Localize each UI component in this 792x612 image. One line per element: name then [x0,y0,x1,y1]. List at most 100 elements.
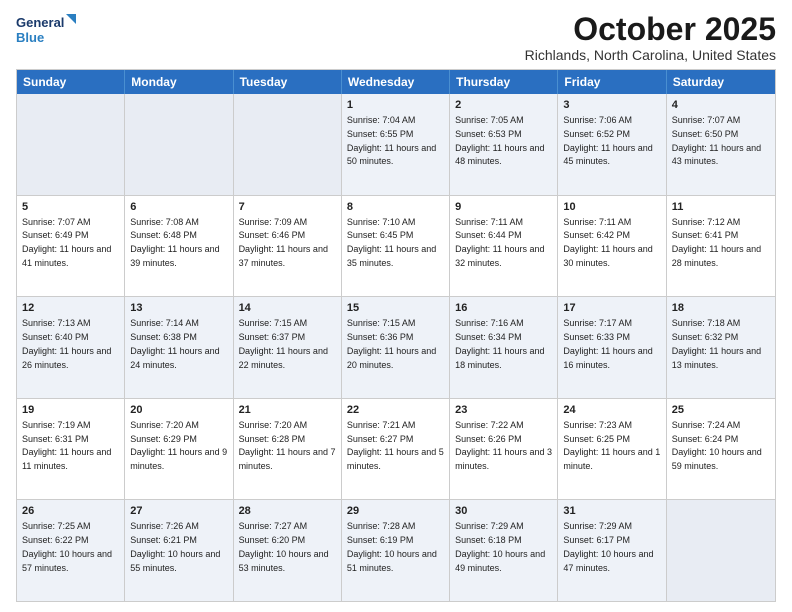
day-info-31: Sunrise: 7:29 AM Sunset: 6:17 PM Dayligh… [563,521,653,572]
day-info-16: Sunrise: 7:16 AM Sunset: 6:34 PM Dayligh… [455,318,544,369]
day-number-25: 25 [672,403,770,418]
day-info-26: Sunrise: 7:25 AM Sunset: 6:22 PM Dayligh… [22,521,112,572]
header-day-friday: Friday [558,70,666,94]
day-info-6: Sunrise: 7:08 AM Sunset: 6:48 PM Dayligh… [130,217,219,268]
day-cell-27: 27Sunrise: 7:26 AM Sunset: 6:21 PM Dayli… [125,500,233,601]
day-number-28: 28 [239,504,336,519]
day-number-1: 1 [347,98,444,113]
day-cell-16: 16 Sunrise: 7:16 AM Sunset: 6:34 PM Dayli… [450,297,558,398]
day-number-19: 19 [22,403,119,418]
day-info-15: Sunrise: 7:15 AM Sunset: 6:36 PM Dayligh… [347,318,436,369]
day-cell-22: 22 Sunrise: 7:21 AM Sunset: 6:27 PM Dayli… [342,399,450,500]
logo: General Blue [16,12,76,52]
day-info-2: Sunrise: 7:05 AM Sunset: 6:53 PM Dayligh… [455,115,544,166]
day-info-19: Sunrise: 7:19 AM Sunset: 6:31 PM Dayligh… [22,420,111,471]
day-number-20: 20 [130,403,227,418]
header-day-thursday: Thursday [450,70,558,94]
header-day-sunday: Sunday [17,70,125,94]
day-cell-28: 28 Sunrise: 7:27 AM Sunset: 6:20 PM Dayli… [234,500,342,601]
week-row-2: 12 Sunrise: 7:13 AM Sunset: 6:40 PM Dayli… [17,297,775,399]
empty-cell-4-6 [667,500,775,601]
empty-cell-0-1 [125,94,233,195]
day-cell-19: 19 Sunrise: 7:19 AM Sunset: 6:31 PM Dayli… [17,399,125,500]
day-cell-11: 11 Sunrise: 7:12 AM Sunset: 6:41 PM Dayli… [667,196,775,297]
day-cell-9: 9 Sunrise: 7:11 AM Sunset: 6:44 PM Daylig… [450,196,558,297]
calendar-header: SundayMondayTuesdayWednesdayThursdayFrid… [17,70,775,94]
day-cell-26: 26 Sunrise: 7:25 AM Sunset: 6:22 PM Dayli… [17,500,125,601]
day-number-5: 5 [22,200,119,215]
day-info-4: Sunrise: 7:07 AM Sunset: 6:50 PM Dayligh… [672,115,761,166]
day-number-12: 12 [22,301,119,316]
day-number-8: 8 [347,200,444,215]
day-cell-15: 15Sunrise: 7:15 AM Sunset: 6:36 PM Dayli… [342,297,450,398]
day-info-1: Sunrise: 7:04 AM Sunset: 6:55 PM Dayligh… [347,115,436,166]
day-number-24: 24 [563,403,660,418]
day-number-27: 27 [130,504,227,519]
header: General Blue October 2025 Richlands, Nor… [16,12,776,63]
day-cell-17: 17Sunrise: 7:17 AM Sunset: 6:33 PM Dayli… [558,297,666,398]
calendar: SundayMondayTuesdayWednesdayThursdayFrid… [16,69,776,602]
header-day-monday: Monday [125,70,233,94]
week-row-3: 19 Sunrise: 7:19 AM Sunset: 6:31 PM Dayli… [17,399,775,501]
day-number-18: 18 [672,301,770,316]
location: Richlands, North Carolina, United States [525,47,776,63]
day-number-29: 29 [347,504,444,519]
day-info-11: Sunrise: 7:12 AM Sunset: 6:41 PM Dayligh… [672,217,761,268]
day-info-17: Sunrise: 7:17 AM Sunset: 6:33 PM Dayligh… [563,318,652,369]
day-cell-14: 14Sunrise: 7:15 AM Sunset: 6:37 PM Dayli… [234,297,342,398]
day-cell-18: 18Sunrise: 7:18 AM Sunset: 6:32 PM Dayli… [667,297,775,398]
day-cell-10: 10Sunrise: 7:11 AM Sunset: 6:42 PM Dayli… [558,196,666,297]
day-number-2: 2 [455,98,552,113]
header-day-saturday: Saturday [667,70,775,94]
week-row-0: 1 Sunrise: 7:04 AM Sunset: 6:55 PM Daylig… [17,94,775,196]
day-cell-29: 29 Sunrise: 7:28 AM Sunset: 6:19 PM Dayli… [342,500,450,601]
day-cell-31: 31 Sunrise: 7:29 AM Sunset: 6:17 PM Dayli… [558,500,666,601]
day-number-26: 26 [22,504,119,519]
day-info-22: Sunrise: 7:21 AM Sunset: 6:27 PM Dayligh… [347,420,444,471]
day-number-22: 22 [347,403,444,418]
day-info-8: Sunrise: 7:10 AM Sunset: 6:45 PM Dayligh… [347,217,436,268]
day-info-12: Sunrise: 7:13 AM Sunset: 6:40 PM Dayligh… [22,318,111,369]
day-number-14: 14 [239,301,336,316]
header-day-wednesday: Wednesday [342,70,450,94]
day-info-29: Sunrise: 7:28 AM Sunset: 6:19 PM Dayligh… [347,521,437,572]
day-number-6: 6 [130,200,227,215]
day-cell-1: 1 Sunrise: 7:04 AM Sunset: 6:55 PM Daylig… [342,94,450,195]
svg-text:General: General [16,15,64,30]
day-cell-4: 4 Sunrise: 7:07 AM Sunset: 6:50 PM Daylig… [667,94,775,195]
day-info-25: Sunrise: 7:24 AM Sunset: 6:24 PM Dayligh… [672,420,762,471]
day-cell-7: 7Sunrise: 7:09 AM Sunset: 6:46 PM Daylig… [234,196,342,297]
day-info-13: Sunrise: 7:14 AM Sunset: 6:38 PM Dayligh… [130,318,219,369]
page: General Blue October 2025 Richlands, Nor… [0,0,792,612]
day-number-4: 4 [672,98,770,113]
day-cell-13: 13 Sunrise: 7:14 AM Sunset: 6:38 PM Dayli… [125,297,233,398]
week-row-4: 26 Sunrise: 7:25 AM Sunset: 6:22 PM Dayli… [17,500,775,601]
day-cell-8: 8 Sunrise: 7:10 AM Sunset: 6:45 PM Daylig… [342,196,450,297]
day-info-7: Sunrise: 7:09 AM Sunset: 6:46 PM Dayligh… [239,217,328,268]
day-info-28: Sunrise: 7:27 AM Sunset: 6:20 PM Dayligh… [239,521,329,572]
day-cell-3: 3 Sunrise: 7:06 AM Sunset: 6:52 PM Daylig… [558,94,666,195]
day-info-10: Sunrise: 7:11 AM Sunset: 6:42 PM Dayligh… [563,217,652,268]
day-cell-23: 23Sunrise: 7:22 AM Sunset: 6:26 PM Dayli… [450,399,558,500]
day-cell-20: 20Sunrise: 7:20 AM Sunset: 6:29 PM Dayli… [125,399,233,500]
day-number-11: 11 [672,200,770,215]
calendar-body: 1 Sunrise: 7:04 AM Sunset: 6:55 PM Daylig… [17,94,775,601]
day-info-9: Sunrise: 7:11 AM Sunset: 6:44 PM Dayligh… [455,217,544,268]
day-info-5: Sunrise: 7:07 AM Sunset: 6:49 PM Dayligh… [22,217,111,268]
day-cell-12: 12 Sunrise: 7:13 AM Sunset: 6:40 PM Dayli… [17,297,125,398]
header-day-tuesday: Tuesday [234,70,342,94]
day-info-3: Sunrise: 7:06 AM Sunset: 6:52 PM Dayligh… [563,115,652,166]
day-number-31: 31 [563,504,660,519]
day-info-24: Sunrise: 7:23 AM Sunset: 6:25 PM Dayligh… [563,420,660,471]
day-number-9: 9 [455,200,552,215]
empty-cell-0-2 [234,94,342,195]
day-number-30: 30 [455,504,552,519]
day-number-13: 13 [130,301,227,316]
day-cell-5: 5 Sunrise: 7:07 AM Sunset: 6:49 PM Daylig… [17,196,125,297]
day-info-23: Sunrise: 7:22 AM Sunset: 6:26 PM Dayligh… [455,420,552,471]
day-number-21: 21 [239,403,336,418]
day-cell-2: 2 Sunrise: 7:05 AM Sunset: 6:53 PM Daylig… [450,94,558,195]
day-number-16: 16 [455,301,552,316]
day-number-3: 3 [563,98,660,113]
logo-svg: General Blue [16,12,76,52]
